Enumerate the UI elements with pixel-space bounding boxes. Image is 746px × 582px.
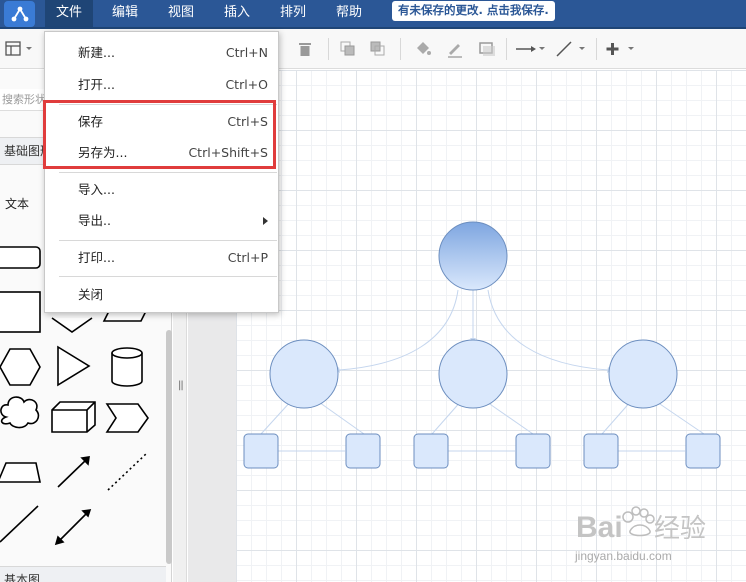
step-shape: [105, 403, 149, 433]
splitter-grip-icon[interactable]: ||: [178, 380, 184, 391]
menu-insert[interactable]: 插入: [213, 0, 261, 29]
menu-help[interactable]: 帮助: [325, 0, 373, 29]
leaf-node: [685, 433, 721, 469]
submenu-arrow-icon: [263, 217, 268, 225]
svg-text:Bai: Bai: [576, 511, 623, 544]
arrow-line-shape: [57, 459, 87, 488]
menu-file[interactable]: 文件: [45, 0, 94, 29]
rhombus-shape: [51, 317, 93, 333]
waypoint-style-icon[interactable]: [554, 37, 588, 61]
bring-front-icon[interactable]: [336, 37, 360, 61]
menu-edit[interactable]: 编辑: [101, 0, 149, 29]
child-node-left: [269, 339, 339, 409]
file-menu-dropdown: 新建... Ctrl+N 打开... Ctrl+O 保存 Ctrl+S 另存为.…: [44, 31, 279, 313]
menu-item-export[interactable]: 导出..: [45, 206, 278, 236]
app-logo-icon[interactable]: [4, 1, 35, 27]
section-basic-diagrams[interactable]: 基本图: [0, 566, 166, 582]
bidirectional-arrow-shape: [59, 513, 87, 541]
child-node-right: [608, 339, 678, 409]
fill-color-icon[interactable]: [410, 37, 436, 61]
menu-arrange[interactable]: 排列: [269, 0, 317, 29]
unsaved-changes-notice[interactable]: 有未保存的更改. 点击我保存.: [392, 1, 555, 21]
menu-item-import[interactable]: 导入...: [45, 175, 278, 205]
root-node: [438, 221, 508, 291]
leaf-node: [413, 433, 449, 469]
child-node-center: [438, 339, 508, 409]
rounded-rectangle-shape: [0, 246, 41, 269]
leaf-node: [345, 433, 381, 469]
baidu-logo: Bai 经验: [576, 506, 706, 544]
watermark-url: jingyan.baidu.com: [575, 549, 672, 563]
svg-text:经验: 经验: [654, 514, 706, 544]
connector-style-icon[interactable]: [514, 37, 548, 61]
menu-item-close[interactable]: 关闭: [45, 280, 278, 310]
delete-icon[interactable]: [294, 37, 316, 61]
layout-icon[interactable]: [2, 37, 38, 61]
triangle-shape: [57, 345, 91, 387]
panel-scrollbar[interactable]: [166, 330, 172, 564]
dotted-line-shape: [107, 452, 148, 491]
shadow-icon[interactable]: [474, 37, 500, 61]
trapezoid-shape: [0, 462, 41, 483]
menu-item-new[interactable]: 新建... Ctrl+N: [45, 38, 278, 68]
menu-item-open[interactable]: 打开... Ctrl+O: [45, 70, 278, 100]
send-back-icon[interactable]: [366, 37, 390, 61]
line-shape: [0, 505, 39, 543]
leaf-node: [243, 433, 279, 469]
hexagon-shape: [0, 348, 41, 386]
line-color-icon[interactable]: [442, 37, 468, 61]
save-options-highlight: [43, 100, 276, 169]
menubar: 文件 编辑 视图 插入 排列 帮助 有未保存的更改. 点击我保存.: [0, 0, 746, 29]
cube-shape: [51, 401, 96, 433]
menu-view[interactable]: 视图: [157, 0, 205, 29]
leaf-node: [583, 433, 619, 469]
cloud-shape: [0, 396, 40, 429]
square-shape: [0, 291, 41, 333]
menu-item-print[interactable]: 打印... Ctrl+P: [45, 243, 278, 273]
insert-icon[interactable]: [604, 37, 638, 61]
leaf-node: [515, 433, 551, 469]
baidu-jingyan-watermark: Bai 经验 jingyan.baidu.com: [568, 487, 744, 579]
